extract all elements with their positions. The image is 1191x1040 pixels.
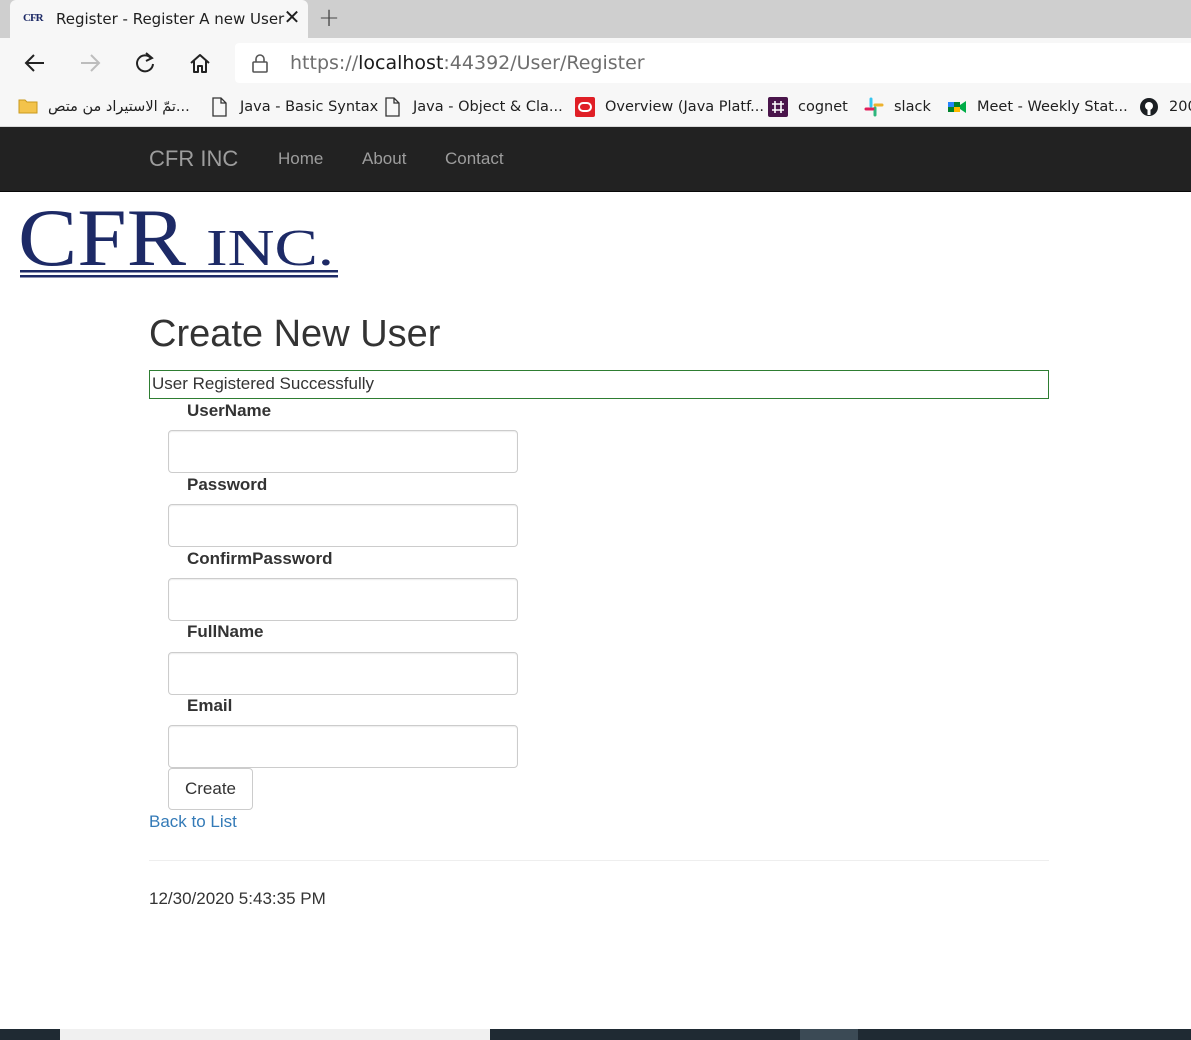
email-input[interactable] xyxy=(168,725,518,768)
site-navbar: CFR INC Home About Contact xyxy=(0,127,1191,192)
browser-tab-active[interactable]: CFR Register - Register A new User ✕ xyxy=(10,0,308,38)
logo-underline-bottom xyxy=(20,275,338,278)
confirm-password-input[interactable] xyxy=(168,578,518,621)
browser-toolbar: https://localhost:44392/User/Register xyxy=(0,38,1191,88)
url-scheme: https:// xyxy=(290,52,359,74)
username-input[interactable] xyxy=(168,430,518,473)
bookmark-cognet[interactable]: cognet xyxy=(768,94,848,120)
cfr-logo: CFR INC. xyxy=(18,192,340,283)
bookmark-label: Overview (Java Platf... xyxy=(605,99,764,115)
bookmark-label: 200 xyxy=(1169,99,1191,115)
logo-suffix-text: INC. xyxy=(206,220,334,277)
username-label: UserName xyxy=(187,401,272,420)
github-icon xyxy=(1139,97,1159,117)
browser-tabstrip: CFR Register - Register A new User ✕ + xyxy=(0,0,1191,38)
fullname-input[interactable] xyxy=(168,652,518,695)
new-tab-button[interactable]: + xyxy=(316,4,342,32)
logo-main-text: CFR xyxy=(18,198,186,282)
meet-icon xyxy=(947,97,967,117)
os-taskbar xyxy=(0,1029,1191,1040)
page-title: Create New User xyxy=(149,313,441,355)
bookmark-meet-weekly-status[interactable]: Meet - Weekly Stat... xyxy=(947,94,1128,120)
success-alert: User Registered Successfully xyxy=(149,370,1049,399)
nav-link-contact[interactable]: Contact xyxy=(445,149,504,169)
bookmark-imported-folder[interactable]: تمّ الاستيراد من متص... xyxy=(18,94,190,120)
password-label: Password xyxy=(187,475,268,494)
confirm-password-label: ConfirmPassword xyxy=(187,549,333,568)
fullname-label: FullName xyxy=(187,622,264,641)
back-to-list-link[interactable]: Back to List xyxy=(149,812,237,832)
home-icon[interactable] xyxy=(184,47,216,79)
back-arrow-icon[interactable] xyxy=(19,47,51,79)
cfr-favicon-icon: CFR xyxy=(23,12,44,24)
bookmarks-bar: تمّ الاستيراد من متص... Java - Basic Syn… xyxy=(0,88,1191,127)
bookmark-java-object-class[interactable]: Java - Object & Cla... xyxy=(383,94,563,120)
bookmark-label: Java - Object & Cla... xyxy=(413,99,563,115)
footer-divider xyxy=(149,860,1049,861)
forward-arrow-icon[interactable] xyxy=(74,47,106,79)
taskbar-app-item[interactable] xyxy=(800,1029,858,1040)
nav-link-about[interactable]: About xyxy=(362,149,406,169)
email-label: Email xyxy=(187,696,233,715)
url-host: localhost xyxy=(358,52,444,74)
refresh-icon[interactable] xyxy=(129,47,161,79)
bookmark-label: Java - Basic Syntax xyxy=(240,99,379,115)
bookmark-label: Meet - Weekly Stat... xyxy=(977,99,1128,115)
url-path: :44392/User/Register xyxy=(443,52,645,74)
folder-icon xyxy=(18,97,38,117)
password-input[interactable] xyxy=(168,504,518,547)
tab-title: Register - Register A new User xyxy=(56,10,285,28)
navbar-brand[interactable]: CFR INC xyxy=(149,146,238,172)
bookmark-java-basic-syntax[interactable]: Java - Basic Syntax xyxy=(210,94,378,120)
bookmark-label: تمّ الاستيراد من متص... xyxy=(48,99,190,115)
lock-icon[interactable] xyxy=(251,53,269,78)
url-text[interactable]: https://localhost:44392/User/Register xyxy=(290,52,645,74)
slack-purple-icon xyxy=(768,97,788,117)
close-tab-icon[interactable]: ✕ xyxy=(281,6,303,30)
bookmark-label: slack xyxy=(894,99,931,115)
bookmark-label: cognet xyxy=(798,99,848,115)
address-bar[interactable]: https://localhost:44392/User/Register xyxy=(235,43,1191,83)
bookmark-github[interactable]: 200 xyxy=(1139,94,1191,120)
page-icon xyxy=(210,97,230,117)
logo-underline-top xyxy=(20,270,338,273)
create-button[interactable]: Create xyxy=(168,768,253,810)
footer-timestamp: 12/30/2020 5:43:35 PM xyxy=(149,889,326,908)
bookmark-slack[interactable]: slack xyxy=(864,94,931,120)
slack-icon xyxy=(864,97,884,117)
nav-link-home[interactable]: Home xyxy=(278,149,323,169)
bookmark-java-platform-overview[interactable]: Overview (Java Platf... xyxy=(575,94,764,120)
taskbar-search-box[interactable] xyxy=(60,1029,490,1040)
oracle-icon xyxy=(575,97,595,117)
page-icon xyxy=(383,97,403,117)
